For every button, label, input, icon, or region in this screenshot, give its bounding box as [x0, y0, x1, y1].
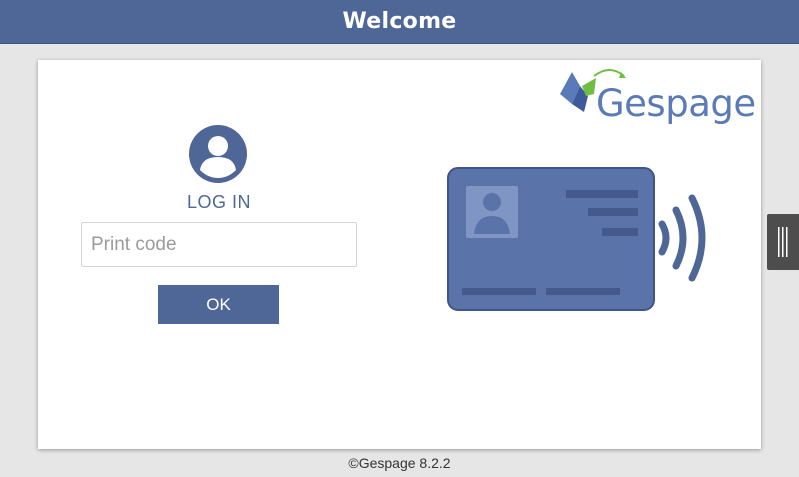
drag-handle-icon [778, 227, 788, 257]
header-bar: Welcome [0, 0, 799, 44]
main-panel: Gespage LOG IN OK [38, 60, 761, 449]
footer-copyright: ©Gespage 8.2.2 [348, 455, 451, 471]
login-form: LOG IN OK [81, 124, 357, 324]
gespage-logo: Gespage [558, 64, 758, 125]
side-panel-handle[interactable] [767, 214, 799, 270]
print-code-input[interactable] [81, 222, 357, 267]
logo-wordmark: Gespage [596, 82, 756, 125]
login-label: LOG IN [186, 192, 251, 212]
user-circle-icon [189, 125, 247, 183]
page-title: Welcome [342, 9, 457, 34]
id-card-contactless-icon [447, 167, 706, 311]
ok-button[interactable]: OK [158, 285, 279, 324]
